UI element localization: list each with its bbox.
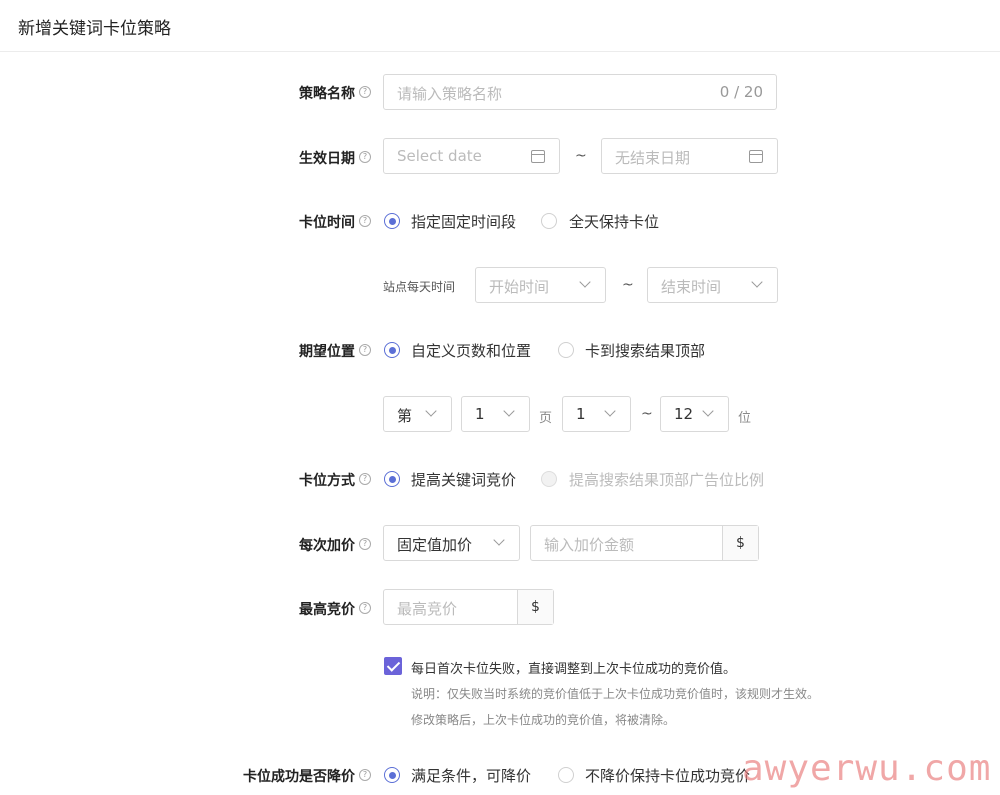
currency-addon: $ <box>517 590 553 624</box>
increment-amount-placeholder: 输入加价金额 <box>544 536 635 554</box>
auto-adjust-text[interactable]: 每日首次卡位失败，直接调整到上次卡位成功的竞价值。 <box>411 658 736 677</box>
chevron-down-icon <box>604 405 616 417</box>
expected-position-label: 期望位置 <box>299 344 355 360</box>
calendar-icon <box>749 150 763 163</box>
chevron-down-icon <box>702 405 714 417</box>
end-time-select[interactable]: 结束时间 <box>647 267 778 303</box>
radio-keep-bid-label[interactable]: 不降价保持卡位成功竞价 <box>585 765 750 786</box>
radio-allow-lower[interactable] <box>384 767 400 783</box>
date-separator: ~ <box>575 148 587 164</box>
currency-addon: $ <box>722 526 758 560</box>
auto-adjust-checkbox[interactable] <box>384 657 402 675</box>
expected-position-row: 期望位置 ? 自定义页数和位置 卡到搜索结果顶部 <box>0 339 1000 363</box>
slot-method-row: 卡位方式 ? 提高关键词竞价 提高搜索结果顶部广告位比例 <box>0 468 1000 492</box>
effective-date-label: 生效日期 <box>299 151 355 167</box>
chevron-down-icon <box>579 276 591 288</box>
help-icon[interactable]: ? <box>359 769 371 781</box>
radio-all-day-label[interactable]: 全天保持卡位 <box>569 211 659 232</box>
position-range-row: 第 1 页 1 ~ 12 位 <box>0 396 1000 432</box>
increment-amount-input[interactable]: 输入加价金额 $ <box>530 525 759 561</box>
page-unit: 页 <box>539 411 553 426</box>
radio-allow-lower-label[interactable]: 满足条件，可降价 <box>411 765 531 786</box>
end-date-picker[interactable]: 无结束日期 <box>601 138 778 174</box>
end-time-placeholder: 结束时间 <box>661 278 722 296</box>
position-to-select[interactable]: 12 <box>660 396 729 432</box>
auto-adjust-note-2: 修改策略后，上次卡位成功的竞价值，将被清除。 <box>411 713 676 727</box>
start-date-picker[interactable]: Select date <box>383 138 560 174</box>
radio-keep-bid[interactable] <box>558 767 574 783</box>
end-date-placeholder: 无结束日期 <box>615 149 691 167</box>
max-bid-input[interactable]: 最高竞价 $ <box>383 589 554 625</box>
radio-search-top-label[interactable]: 卡到搜索结果顶部 <box>585 340 705 361</box>
position-to-value: 12 <box>674 405 694 423</box>
time-separator: ~ <box>622 277 634 293</box>
help-icon[interactable]: ? <box>359 215 371 227</box>
radio-raise-keyword-bid-label[interactable]: 提高关键词竞价 <box>411 469 516 490</box>
start-time-select[interactable]: 开始时间 <box>475 267 606 303</box>
bid-increment-label: 每次加价 <box>299 538 355 554</box>
start-date-placeholder: Select date <box>397 147 482 165</box>
strategy-name-counter: 0 / 20 <box>719 83 763 101</box>
page-number-select[interactable]: 1 <box>461 396 530 432</box>
radio-raise-keyword-bid[interactable] <box>384 471 400 487</box>
help-icon[interactable]: ? <box>359 602 371 614</box>
page-header: 新增关键词卡位策略 <box>0 0 1000 52</box>
slot-time-row: 卡位时间 ? 指定固定时间段 全天保持卡位 <box>0 210 1000 234</box>
increment-mode-value: 固定值加价 <box>397 536 473 554</box>
radio-fixed-period[interactable] <box>384 213 400 229</box>
start-time-placeholder: 开始时间 <box>489 278 550 296</box>
strategy-name-input[interactable]: 请输入策略名称 0 / 20 <box>383 74 777 110</box>
help-icon[interactable]: ? <box>359 86 371 98</box>
chevron-down-icon <box>493 534 505 546</box>
help-icon[interactable]: ? <box>359 151 371 163</box>
position-separator: ~ <box>641 406 653 422</box>
max-bid-label: 最高竞价 <box>299 602 355 618</box>
radio-raise-top-ratio <box>541 471 557 487</box>
chevron-down-icon <box>503 405 515 417</box>
position-unit: 位 <box>738 411 752 426</box>
calendar-icon <box>531 150 545 163</box>
daily-time-row: 站点每天时间 开始时间 ~ 结束时间 <box>0 267 1000 303</box>
radio-custom-position[interactable] <box>384 342 400 358</box>
slot-method-label: 卡位方式 <box>299 473 355 489</box>
radio-fixed-period-label[interactable]: 指定固定时间段 <box>411 211 516 232</box>
page-prefix-select[interactable]: 第 <box>383 396 452 432</box>
page-prefix-value: 第 <box>397 407 413 425</box>
radio-search-top[interactable] <box>558 342 574 358</box>
position-from-value: 1 <box>576 405 586 423</box>
radio-raise-top-ratio-label: 提高搜索结果顶部广告位比例 <box>569 471 765 489</box>
bid-increment-row: 每次加价 ? 固定值加价 输入加价金额 $ <box>0 525 1000 561</box>
page-number-value: 1 <box>475 405 485 423</box>
chevron-down-icon <box>751 276 763 288</box>
daily-time-label: 站点每天时间 <box>383 280 456 294</box>
auto-adjust-note-1: 说明：仅失败当时系统的竞价值低于上次卡位成功竞价值时，该规则才生效。 <box>411 687 820 701</box>
max-bid-placeholder: 最高竞价 <box>397 600 458 618</box>
radio-custom-position-label[interactable]: 自定义页数和位置 <box>411 340 531 361</box>
chevron-down-icon <box>425 405 437 417</box>
slot-time-label: 卡位时间 <box>299 215 355 231</box>
page-title: 新增关键词卡位策略 <box>18 19 171 39</box>
radio-all-day[interactable] <box>541 213 557 229</box>
max-bid-row: 最高竞价 ? 最高竞价 $ <box>0 589 1000 625</box>
strategy-name-placeholder: 请输入策略名称 <box>397 85 503 103</box>
position-from-select[interactable]: 1 <box>562 396 631 432</box>
strategy-name-label: 策略名称 <box>299 86 355 102</box>
help-icon[interactable]: ? <box>359 473 371 485</box>
help-icon[interactable]: ? <box>359 344 371 356</box>
watermark: awyerwu.com <box>742 748 992 789</box>
lower-bid-label: 卡位成功是否降价 <box>243 769 355 785</box>
effective-date-row: 生效日期 ? Select date ~ 无结束日期 <box>0 138 1000 174</box>
increment-mode-select[interactable]: 固定值加价 <box>383 525 520 561</box>
strategy-name-row: 策略名称 ? 请输入策略名称 0 / 20 <box>0 74 1000 110</box>
help-icon[interactable]: ? <box>359 538 371 550</box>
auto-adjust-section: 每日首次卡位失败，直接调整到上次卡位成功的竞价值。 说明：仅失败当时系统的竞价值… <box>0 655 1000 730</box>
